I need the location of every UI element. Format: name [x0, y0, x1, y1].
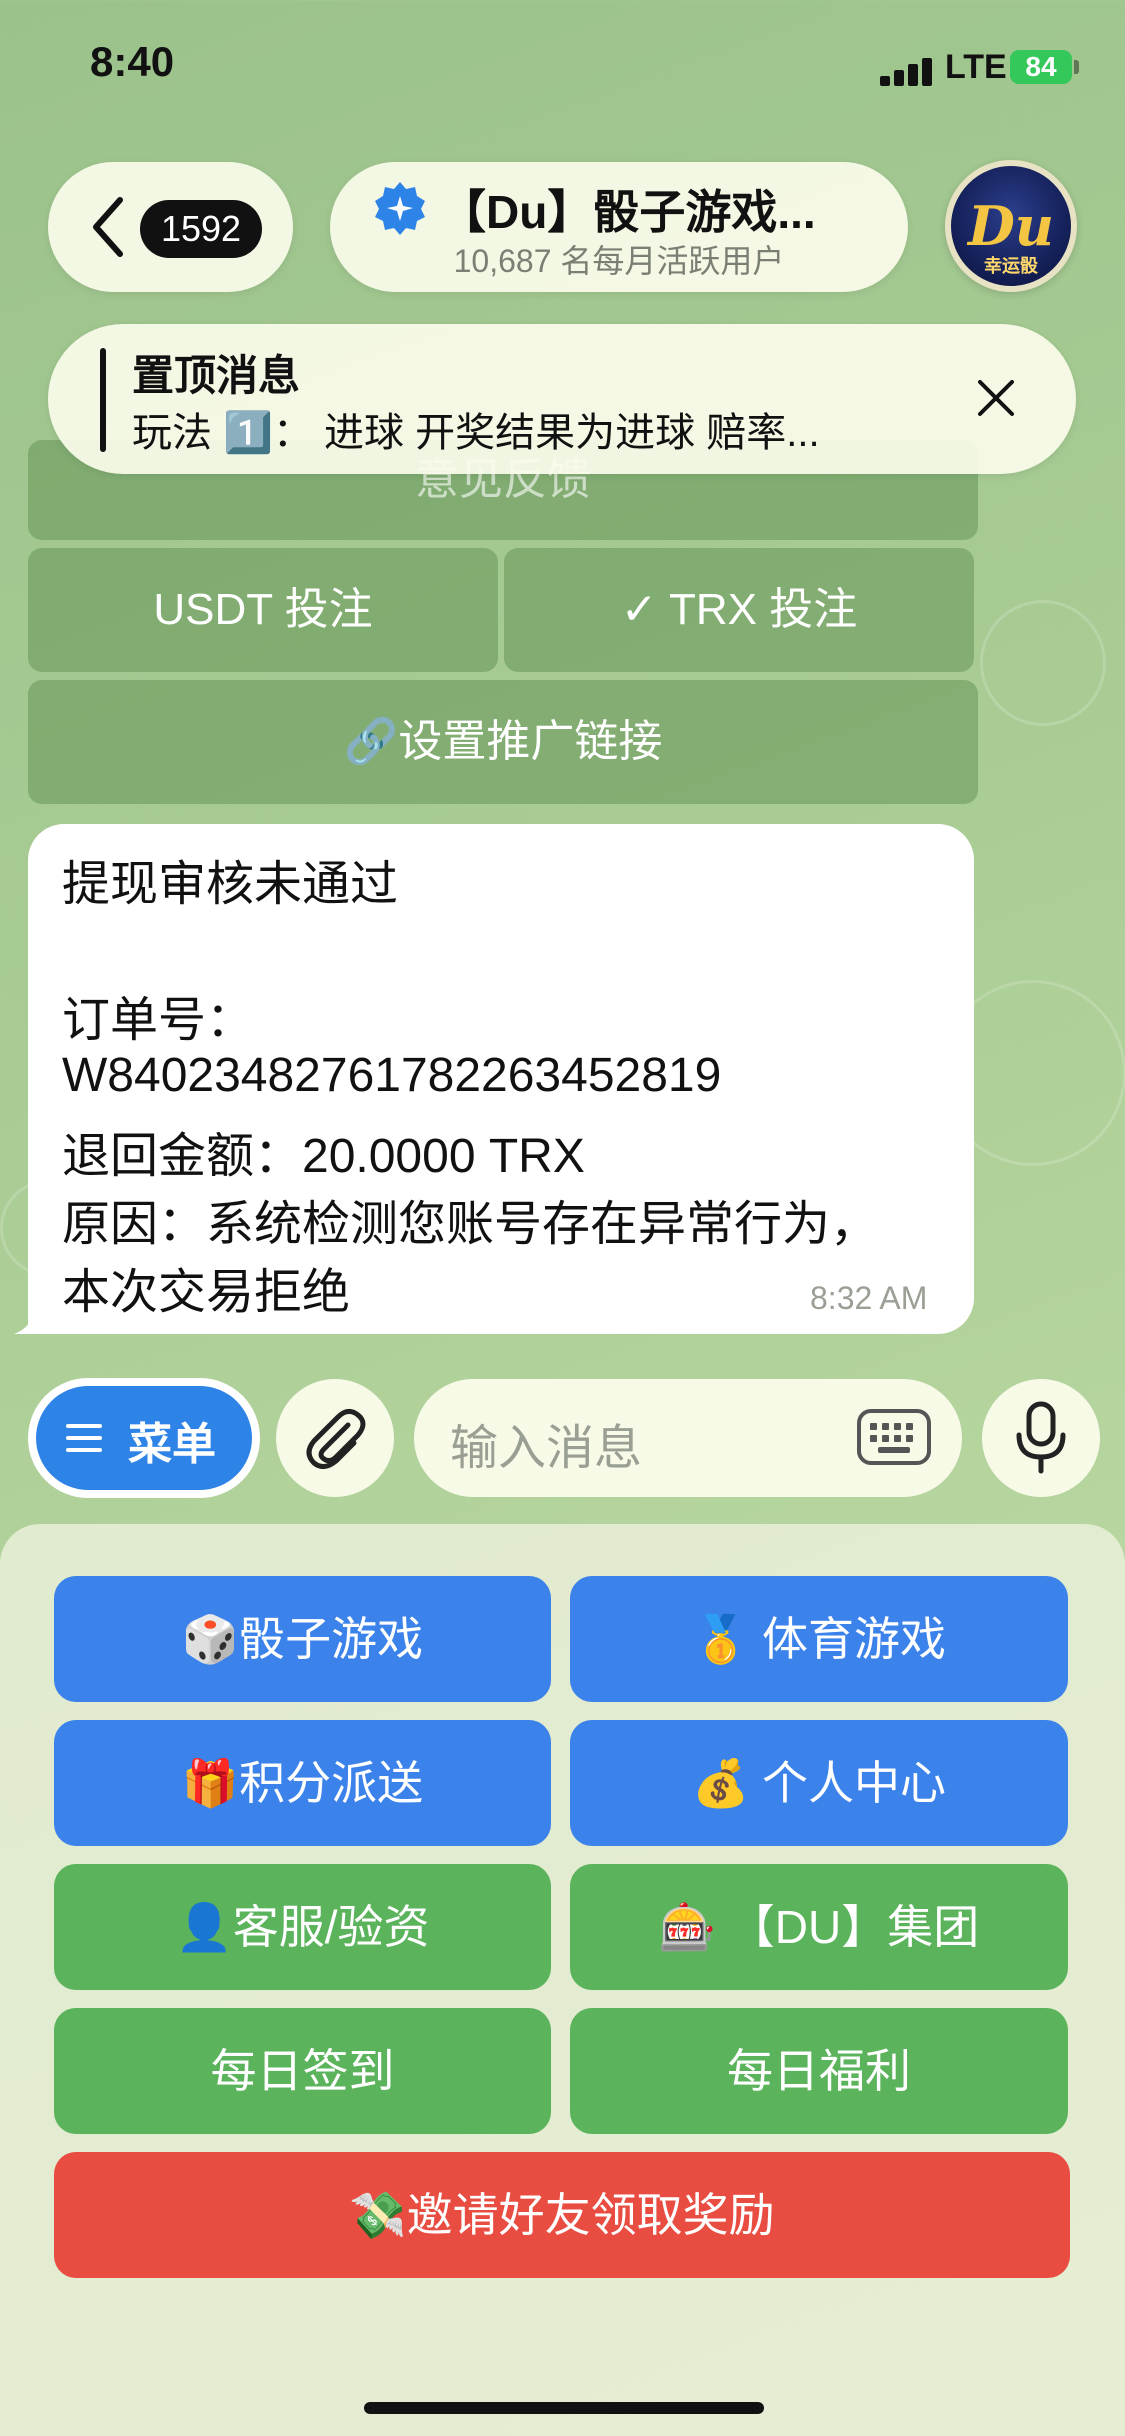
chat-subtitle: 10,687 名每月活跃用户	[453, 243, 785, 279]
invite-friends-button[interactable]: 💸邀请好友领取奖励	[54, 2152, 1070, 2278]
battery-tip	[1074, 60, 1079, 74]
paperclip-icon	[306, 1409, 366, 1469]
battery-icon: 84	[1010, 50, 1072, 84]
message-line: 订单号：	[62, 994, 255, 1047]
sports-game-button[interactable]: 🥇 体育游戏	[570, 1576, 1068, 1702]
profile-button[interactable]: 💰 个人中心	[570, 1720, 1068, 1846]
close-icon[interactable]	[970, 372, 1022, 424]
message-time: 8:32 AM	[810, 1280, 928, 1316]
points-button[interactable]: 🎁积分派送	[54, 1720, 551, 1846]
message-line: 原因：系统检测您账号存在异常行为，	[62, 1198, 879, 1251]
chat-title: 【Du】骰子游戏...	[440, 186, 816, 238]
wallpaper-doodle	[980, 600, 1106, 726]
status-time: 8:40	[90, 38, 175, 85]
voice-button[interactable]	[982, 1379, 1100, 1497]
daily-welfare-button[interactable]: 每日福利	[570, 2008, 1068, 2134]
group-avatar[interactable]: Du 幸运骰	[945, 160, 1077, 292]
hamburger-icon	[66, 1424, 102, 1452]
dice-game-button[interactable]: 🎲骰子游戏	[54, 1576, 551, 1702]
message-line: 退回金额：20.0000 TRX	[62, 1130, 585, 1183]
referral-link-button[interactable]: 🔗设置推广链接	[28, 680, 978, 804]
message-input-placeholder: 输入消息	[450, 1422, 643, 1475]
network-type: LTE	[945, 48, 1007, 86]
microphone-icon	[1016, 1401, 1066, 1474]
message-line: W840234827617822634528​19	[62, 1049, 722, 1102]
chevron-left-icon	[93, 197, 123, 257]
home-indicator[interactable]	[364, 2402, 764, 2414]
pinned-title: 置顶消息	[132, 352, 301, 399]
message-line: 本次交易拒绝	[62, 1266, 351, 1319]
keyboard-icon[interactable]	[856, 1408, 932, 1466]
menu-label: 菜单	[128, 1420, 216, 1469]
support-button[interactable]: 👤客服/验资	[54, 1864, 551, 1990]
daily-checkin-button[interactable]: 每日签到	[54, 2008, 551, 2134]
trx-bet-button[interactable]: ✓ TRX 投注	[504, 548, 974, 672]
message-line: 提现审核未通过	[62, 858, 399, 911]
usdt-bet-button[interactable]: USDT 投注	[28, 548, 498, 672]
signal-icon	[880, 52, 940, 86]
group-button[interactable]: 🎰 【DU】集团	[570, 1864, 1068, 1990]
avatar-logo-text: Du	[967, 194, 1055, 258]
pinned-indicator	[100, 348, 106, 452]
pinned-text: 玩法 1️⃣： 进球 开奖结果为进球 赔率...	[132, 411, 820, 455]
verified-icon	[375, 182, 425, 235]
bubble-tail	[14, 1296, 54, 1334]
attach-button[interactable]	[276, 1379, 394, 1497]
avatar-logo-subtext: 幸运骰	[984, 256, 1038, 276]
unread-count-badge: 1592	[140, 200, 262, 258]
